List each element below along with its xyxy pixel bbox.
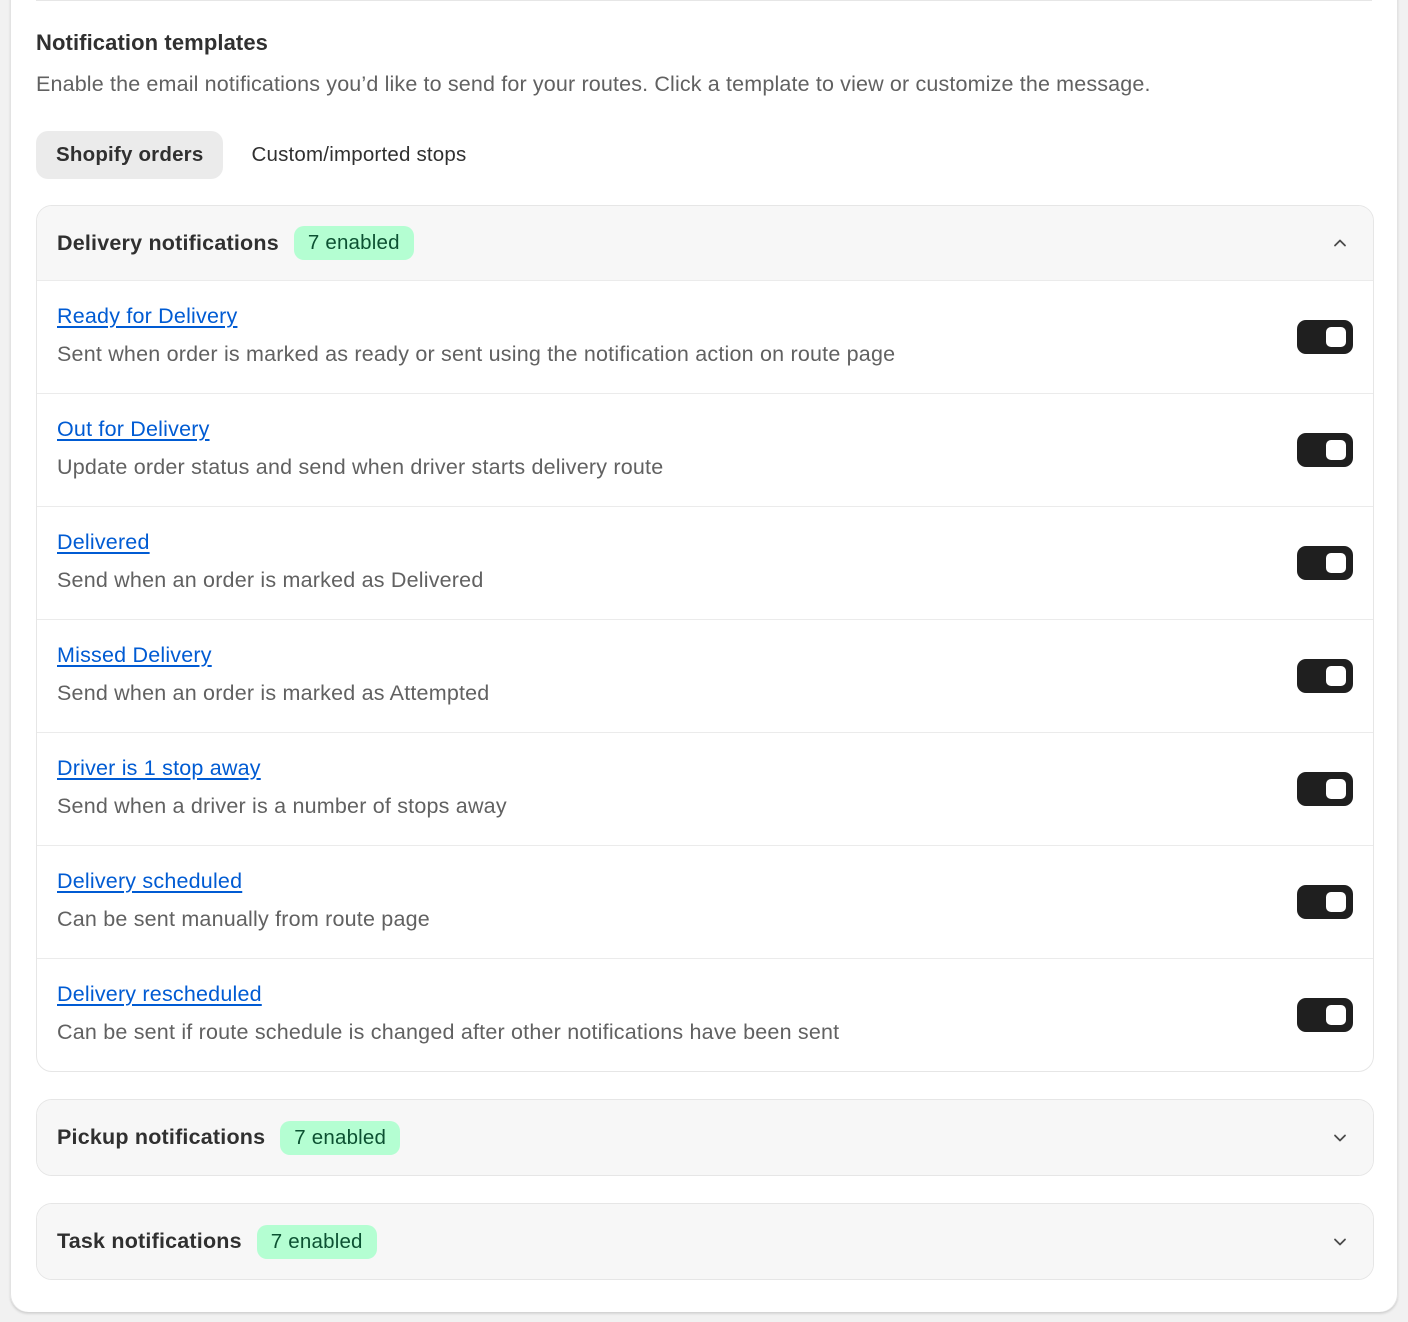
task-notifications-header[interactable]: Task notifications 7 enabled: [37, 1204, 1373, 1279]
template-link-out-for-delivery[interactable]: Out for Delivery: [57, 417, 210, 442]
template-link-delivered[interactable]: Delivered: [57, 530, 150, 555]
template-description: Update order status and send when driver…: [57, 455, 664, 479]
template-link-delivery-scheduled[interactable]: Delivery scheduled: [57, 869, 242, 894]
enable-toggle[interactable]: [1297, 885, 1353, 919]
enable-toggle[interactable]: [1297, 659, 1353, 693]
tab-shopify-orders[interactable]: Shopify orders: [36, 131, 224, 179]
task-notifications-section: Task notifications 7 enabled: [36, 1203, 1374, 1280]
pickup-notifications-header[interactable]: Pickup notifications 7 enabled: [37, 1100, 1373, 1175]
chevron-up-icon[interactable]: [1333, 236, 1347, 250]
enable-toggle[interactable]: [1297, 320, 1353, 354]
enabled-count-badge: 7 enabled: [293, 226, 414, 260]
section-description: Enable the email notifications you’d lik…: [36, 72, 1151, 96]
chevron-down-icon[interactable]: [1333, 1235, 1347, 1249]
divider: [36, 0, 1372, 1]
list-item: Out for Delivery Update order status and…: [37, 393, 1373, 506]
list-item: Missed Delivery Send when an order is ma…: [37, 619, 1373, 732]
enable-toggle[interactable]: [1297, 433, 1353, 467]
toggle-knob: [1326, 1005, 1346, 1025]
enable-toggle[interactable]: [1297, 772, 1353, 806]
accordion-title: Pickup notifications: [57, 1125, 266, 1149]
chevron-down-icon[interactable]: [1333, 1131, 1347, 1145]
list-item: Ready for Delivery Sent when order is ma…: [37, 280, 1373, 393]
enable-toggle[interactable]: [1297, 546, 1353, 580]
accordion-title: Task notifications: [57, 1229, 242, 1253]
enabled-count-badge: 7 enabled: [256, 1224, 377, 1259]
accordion-title: Delivery notifications: [57, 230, 279, 255]
enable-toggle[interactable]: [1297, 998, 1353, 1032]
toggle-knob: [1326, 327, 1346, 347]
template-description: Send when a driver is a number of stops …: [57, 794, 507, 818]
toggle-knob: [1326, 440, 1346, 460]
template-link-delivery-rescheduled[interactable]: Delivery rescheduled: [57, 982, 262, 1007]
pickup-notifications-section: Pickup notifications 7 enabled: [36, 1099, 1374, 1176]
list-item: Delivery scheduled Can be sent manually …: [37, 845, 1373, 958]
toggle-knob: [1326, 892, 1346, 912]
list-item: Delivery rescheduled Can be sent if rout…: [37, 958, 1373, 1071]
tab-list: Shopify orders Custom/imported stops: [36, 131, 486, 179]
list-item: Delivered Send when an order is marked a…: [37, 506, 1373, 619]
toggle-knob: [1326, 666, 1346, 686]
template-link-ready-for-delivery[interactable]: Ready for Delivery: [57, 304, 237, 329]
tab-custom-imported-stops[interactable]: Custom/imported stops: [231, 131, 486, 179]
template-link-missed-delivery[interactable]: Missed Delivery: [57, 643, 212, 668]
toggle-knob: [1326, 779, 1346, 799]
template-description: Can be sent if route schedule is changed…: [57, 1020, 840, 1044]
template-description: Send when an order is marked as Delivere…: [57, 568, 484, 592]
section-title: Notification templates: [36, 30, 269, 55]
template-description: Send when an order is marked as Attempte…: [57, 681, 490, 705]
delivery-notifications-header[interactable]: Delivery notifications 7 enabled: [37, 206, 1373, 280]
list-item: Driver is 1 stop away Send when a driver…: [37, 732, 1373, 845]
enabled-count-badge: 7 enabled: [280, 1120, 401, 1155]
template-description: Can be sent manually from route page: [57, 907, 430, 931]
delivery-notifications-section: Delivery notifications 7 enabled Ready f…: [36, 205, 1374, 1072]
template-link-driver-1-stop-away[interactable]: Driver is 1 stop away: [57, 756, 261, 781]
toggle-knob: [1326, 553, 1346, 573]
template-description: Sent when order is marked as ready or se…: [57, 342, 896, 366]
